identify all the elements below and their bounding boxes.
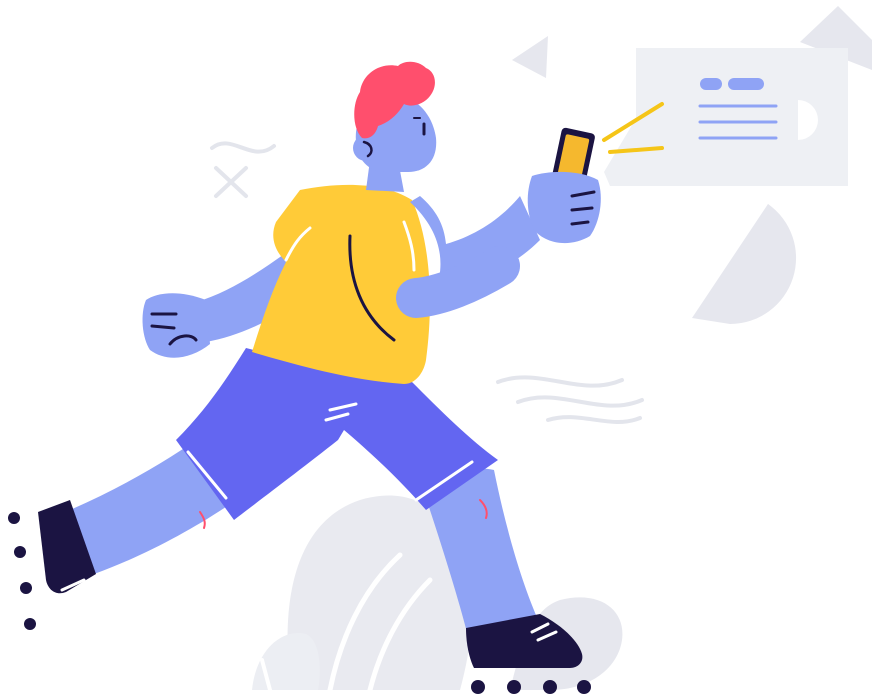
squiggle-doodle — [210, 141, 276, 154]
card-badge-2 — [728, 78, 764, 90]
card-badge-1 — [700, 78, 722, 90]
roller-skater-illustration — [8, 6, 872, 694]
cross-doodle — [214, 166, 248, 198]
back-skate-wheels — [8, 512, 36, 630]
triangle-shape — [512, 36, 548, 78]
wave-doodle-2 — [516, 395, 644, 408]
illustration-canvas — [0, 0, 872, 700]
wave-doodle-1 — [496, 375, 624, 388]
ear — [353, 135, 379, 161]
